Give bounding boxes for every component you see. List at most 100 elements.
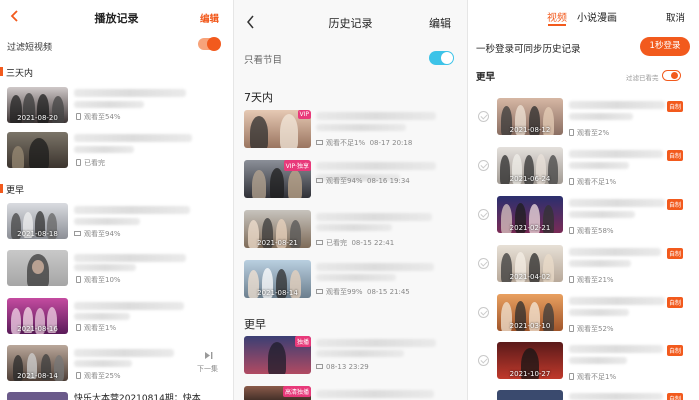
select-checkbox[interactable] [478, 307, 489, 318]
page-title: 播放记录 [94, 12, 139, 25]
video-thumbnail[interactable]: 2021-08-20 [7, 87, 68, 123]
section-recent-label: 7天内 [244, 91, 273, 104]
thumbnail-date: 2021-08-20 [17, 114, 58, 122]
watch-history-panel: 视频 小说漫画 取消 一秒登录可同步历史记录 1秒登录 更早 过滤已看完 202… [468, 0, 699, 400]
blurred-title [74, 349, 174, 357]
filter-toggle[interactable] [662, 70, 681, 81]
blurred-title [316, 350, 404, 357]
video-thumbnail[interactable]: 高清独播 [244, 386, 311, 400]
video-thumbnail[interactable]: 2021-03-10 [497, 294, 563, 331]
watch-progress: 观看至1% [76, 323, 116, 333]
top-bar: 播放记录 编辑 [0, 0, 233, 34]
edit-button[interactable]: 编辑 [429, 15, 451, 31]
history-panel: 历史记录 编辑 只看节目 7天内 VIP 观看不足1% 08-17 20:18 … [234, 0, 467, 400]
play-history-panel: 播放记录 编辑 过滤短视频 三天内 2021-08-20 观看至54% 已看完 … [0, 0, 233, 400]
select-checkbox[interactable] [478, 258, 489, 269]
thumbnail-date: 2021-03-10 [509, 322, 551, 330]
blurred-title [74, 101, 144, 108]
video-thumbnail[interactable]: 2021-02-21 [497, 196, 563, 233]
blurred-title [316, 263, 434, 271]
blurred-title [316, 112, 436, 120]
blurred-title [316, 213, 432, 221]
section-marker [0, 67, 3, 76]
watch-progress: 观看不足1% [569, 372, 616, 382]
section-recent-label: 三天内 [6, 69, 34, 79]
watch-progress: 观看至25% [76, 371, 121, 381]
select-checkbox[interactable] [478, 111, 489, 122]
video-thumbnail[interactable]: 2021-04-02 [497, 245, 563, 282]
thumbnail-date: 2021-04-02 [509, 273, 551, 281]
thumbnail-date: 2021-02-21 [509, 224, 551, 232]
video-thumbnail[interactable]: 2021-08-16 [7, 298, 68, 334]
select-checkbox[interactable] [478, 209, 489, 220]
blurred-title [569, 150, 663, 158]
self-made-badge: 自制 [667, 248, 684, 259]
blurred-title [569, 297, 665, 305]
login-button[interactable]: 1秒登录 [640, 37, 690, 56]
top-bar: 历史记录 编辑 [234, 0, 467, 34]
video-thumbnail[interactable]: VIP [244, 110, 311, 148]
video-thumbnail[interactable]: VIP·独享 [244, 160, 311, 198]
tab-novel-comic[interactable]: 小说漫画 [577, 9, 617, 24]
filter-toggle[interactable] [198, 37, 221, 51]
top-bar: 视频 小说漫画 取消 [468, 0, 699, 34]
blurred-title [74, 146, 134, 153]
video-thumbnail[interactable]: 2021-08-18 [7, 203, 68, 239]
cancel-button[interactable]: 取消 [666, 10, 685, 24]
thumbnail-date: 2021-08-12 [509, 126, 551, 134]
vip-badge: VIP·独享 [283, 160, 311, 171]
thumbnail-date: 2021-10-27 [509, 370, 551, 378]
self-made-badge: 自制 [667, 150, 684, 161]
video-thumbnail[interactable] [7, 392, 68, 400]
self-made-badge: 自制 [667, 345, 684, 356]
video-thumbnail[interactable] [7, 250, 68, 286]
filter-toggle[interactable] [429, 51, 454, 65]
watch-progress: 观看至94% [74, 229, 121, 239]
select-checkbox[interactable] [478, 355, 489, 366]
edit-button[interactable]: 编辑 [200, 11, 219, 25]
blurred-title [74, 302, 184, 310]
blurred-title [316, 274, 396, 281]
select-checkbox[interactable] [478, 160, 489, 171]
blurred-title [569, 101, 665, 109]
exclusive-badge: 独播 [294, 336, 311, 347]
blurred-title [569, 345, 663, 353]
blurred-title [74, 313, 130, 320]
video-thumbnail[interactable]: 2021-06-24 [497, 147, 563, 184]
watch-progress: 观看至10% [76, 275, 121, 285]
video-thumbnail[interactable]: 2021-08-12 [497, 98, 563, 135]
self-made-badge: 自制 [667, 297, 684, 308]
thumbnail-date: 2021-08-21 [257, 239, 298, 247]
item-title[interactable]: 快乐大本营20210814期：快本 [74, 391, 201, 400]
tab-video[interactable]: 视频 [547, 9, 567, 24]
video-thumbnail[interactable]: 2021-08-21 [244, 210, 311, 248]
tab-indicator [548, 24, 566, 26]
video-thumbnail[interactable]: 2021-08-14 [7, 345, 68, 381]
section-marker [0, 184, 3, 193]
blurred-title [74, 134, 192, 142]
thumbnail-date: 2021-08-14 [257, 289, 298, 297]
blurred-title [569, 393, 663, 400]
video-thumbnail[interactable]: 独播 [244, 336, 311, 374]
video-thumbnail[interactable] [7, 132, 68, 168]
blurred-title [74, 206, 190, 214]
watch-progress: 观看至99% 08-15 21:45 [316, 287, 410, 297]
blurred-title [569, 199, 665, 207]
self-made-badge: 自制 [667, 101, 684, 112]
blurred-title [74, 89, 186, 97]
watch-progress: 观看至21% [569, 275, 614, 285]
watch-progress: 观看至52% [569, 324, 614, 334]
filter-label: 只看节目 [244, 55, 283, 66]
self-made-badge: 自制 [667, 199, 684, 210]
video-thumbnail[interactable]: 2021-08-14 [244, 260, 311, 298]
hd-exclusive-badge: 高清独播 [282, 386, 311, 397]
blurred-title [74, 218, 140, 225]
blurred-title [316, 224, 392, 231]
blurred-title [74, 264, 136, 271]
video-thumbnail[interactable]: 2021-10-27 [497, 342, 563, 379]
watch-progress: 观看不足1% 08-17 20:18 [316, 138, 412, 148]
watch-progress: 观看至58% [569, 226, 614, 236]
video-thumbnail[interactable] [497, 390, 563, 400]
blurred-title [569, 162, 629, 169]
blurred-title [316, 390, 434, 398]
